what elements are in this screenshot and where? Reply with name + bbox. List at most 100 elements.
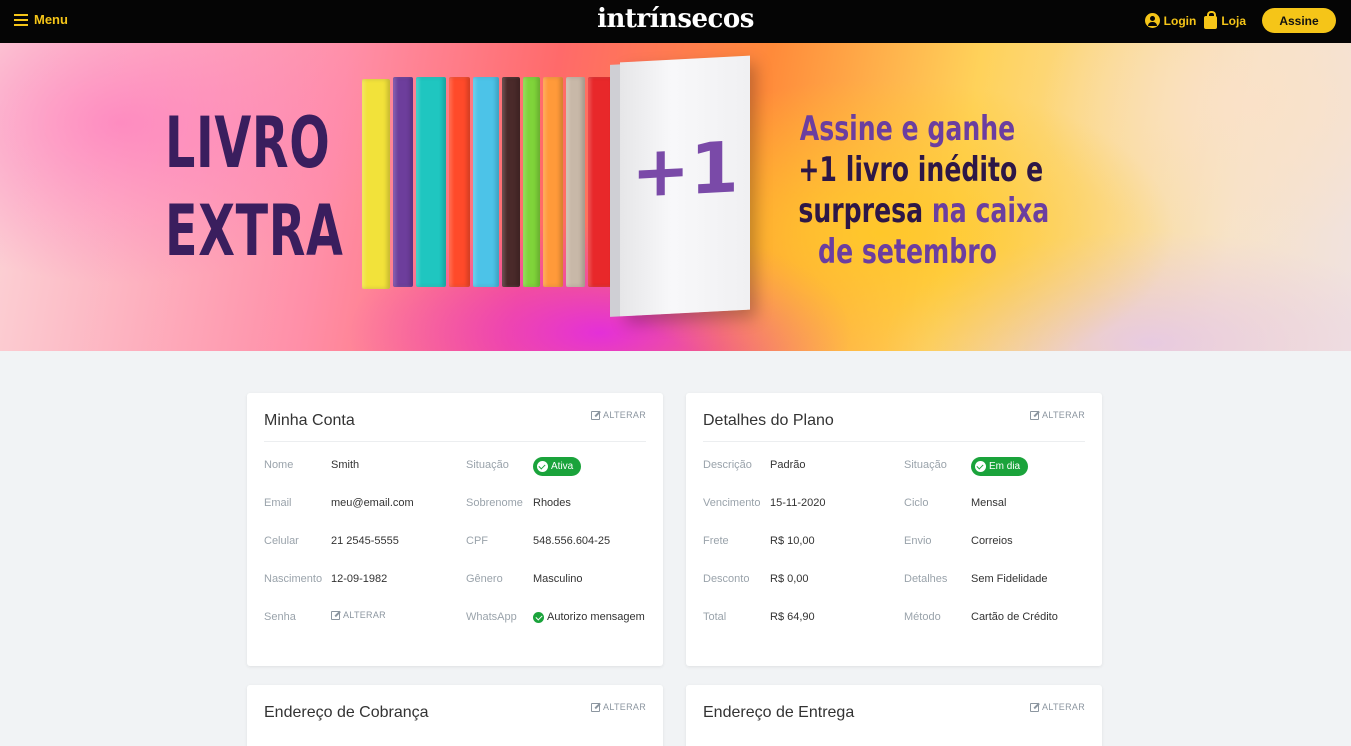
sobrenome-label: Sobrenome <box>466 497 523 509</box>
whatsapp-value-text: Autorizo mensagem <box>547 611 645 623</box>
total-value: R$ 64,90 <box>770 611 815 623</box>
book-spine <box>543 77 563 287</box>
billing-edit-button[interactable]: ALTERAR <box>591 702 646 712</box>
account-edit-button[interactable]: ALTERAR <box>591 410 646 420</box>
edit-icon <box>1030 410 1040 420</box>
email-label: Email <box>264 497 292 509</box>
plan-card: Detalhes do Plano ALTERAR Descrição Padr… <box>686 393 1102 666</box>
plan-situacao-label: Situação <box>904 459 947 471</box>
book-spine <box>502 77 520 287</box>
frete-value: R$ 10,00 <box>770 535 815 547</box>
account-card: Minha Conta ALTERAR Nome Smith Situação … <box>247 393 663 666</box>
account-row: Senha ALTERAR WhatsApp Autorizo mensagem <box>264 610 646 649</box>
plan-row: Total R$ 64,90 Método Cartão de Crédito <box>703 611 1085 649</box>
plan-row: Frete R$ 10,00 Envio Correios <box>703 535 1085 573</box>
promo-line3-b: na caixa <box>923 191 1050 231</box>
edit-icon <box>1030 702 1040 712</box>
whatsapp-label: WhatsApp <box>466 611 517 623</box>
edit-icon <box>591 702 601 712</box>
shipping-edit-label: ALTERAR <box>1042 702 1085 712</box>
envio-value: Correios <box>971 535 1013 547</box>
edit-icon <box>591 410 601 420</box>
status-badge: Ativa <box>533 457 582 476</box>
user-icon <box>1144 13 1160 28</box>
check-circle-icon <box>537 461 548 472</box>
nascimento-label: Nascimento <box>264 573 323 585</box>
sobrenome-value: Rhodes <box>533 497 571 509</box>
nome-value: Smith <box>331 459 360 471</box>
detalhes-value: Sem Fidelidade <box>971 573 1048 585</box>
shipping-edit-button[interactable]: ALTERAR <box>1030 702 1085 712</box>
senha-label: Senha <box>264 611 296 623</box>
genero-label: Gênero <box>466 573 503 585</box>
senha-edit-button[interactable]: ALTERAR <box>331 610 386 620</box>
vencimento-value: 15-11-2020 <box>770 497 826 509</box>
loja-label: Loja <box>1221 13 1246 28</box>
shipping-card-title: Endereço de Entrega <box>703 704 855 721</box>
book-spine <box>393 77 413 287</box>
metodo-value: Cartão de Crédito <box>971 611 1058 623</box>
account-row: Nome Smith Situação Ativa <box>264 457 646 497</box>
account-row: Nascimento 12-09-1982 Gênero Masculino <box>264 573 646 611</box>
whatsapp-value: Autorizo mensagem <box>533 611 645 623</box>
book-spine <box>416 77 446 287</box>
card-divider <box>264 441 646 442</box>
hamburger-icon <box>14 13 28 26</box>
login-label: Login <box>1163 13 1197 28</box>
celular-label: Celular <box>264 535 299 547</box>
plan-row: Desconto R$ 0,00 Detalhes Sem Fidelidade <box>703 573 1085 611</box>
metodo-label: Método <box>904 611 941 623</box>
book-spines <box>362 77 631 289</box>
plan-card-title: Detalhes do Plano <box>703 412 834 429</box>
ciclo-label: Ciclo <box>904 497 929 509</box>
check-circle-icon <box>975 461 986 472</box>
billing-address-card: Endereço de Cobrança ALTERAR <box>247 685 663 746</box>
top-navbar: Menu intrínsecos Login Loja Assine <box>0 0 1351 43</box>
shopping-bag-icon <box>1204 10 1218 29</box>
cpf-value: 548.556.604-25 <box>533 535 611 547</box>
book-spine <box>523 77 540 287</box>
book-spine <box>566 77 585 287</box>
celular-value: 21 2545-5555 <box>331 535 399 547</box>
email-value: meu@email.com <box>331 497 414 509</box>
promo-line3-a: surpresa <box>798 191 924 231</box>
loja-link[interactable]: Loja <box>1204 10 1246 29</box>
nascimento-value: 12-09-1982 <box>331 573 388 585</box>
shipping-address-card: Endereço de Entrega ALTERAR <box>686 685 1102 746</box>
hero-headline-line2: EXTRA <box>165 190 344 272</box>
senha-edit-label: ALTERAR <box>343 610 386 620</box>
promo-line3: surpresa na caixa <box>798 191 1049 232</box>
book-spine <box>473 77 499 287</box>
billing-card-title: Endereço de Cobrança <box>264 704 429 721</box>
situacao-label: Situação <box>466 459 509 471</box>
desconto-label: Desconto <box>703 573 750 585</box>
edit-icon <box>331 610 340 620</box>
promo-line4: de setembro <box>818 232 997 272</box>
account-edit-label: ALTERAR <box>603 410 646 420</box>
status-badge-label: Em dia <box>989 461 1021 472</box>
envio-label: Envio <box>904 535 932 547</box>
desconto-value: R$ 0,00 <box>770 573 809 585</box>
ciclo-value: Mensal <box>971 497 1007 509</box>
descricao-label: Descrição <box>703 459 752 471</box>
plan-edit-button[interactable]: ALTERAR <box>1030 410 1085 420</box>
account-row: Email meu@email.com Sobrenome Rhodes <box>264 497 646 535</box>
menu-button[interactable]: Menu <box>14 12 68 27</box>
plan-edit-label: ALTERAR <box>1042 410 1085 420</box>
status-badge: Em dia <box>971 457 1029 476</box>
mystery-book: +1 <box>620 55 750 317</box>
hero-promo-text: Assine e ganhe +1 livro inédito e surpre… <box>760 109 1055 273</box>
billing-edit-label: ALTERAR <box>603 702 646 712</box>
account-row: Celular 21 2545-5555 CPF 548.556.604-25 <box>264 535 646 573</box>
genero-value: Masculino <box>533 573 583 585</box>
hero-banner[interactable]: LIVRO EXTRA +1 Assine e ganhe +1 livro i… <box>0 43 1351 351</box>
check-circle-icon <box>533 611 544 623</box>
assine-button[interactable]: Assine <box>1262 8 1336 33</box>
account-card-title: Minha Conta <box>264 412 355 429</box>
book-spine <box>362 79 390 289</box>
detalhes-label: Detalhes <box>904 573 948 585</box>
frete-label: Frete <box>703 535 729 547</box>
hero-headline: LIVRO EXTRA <box>165 99 344 275</box>
login-link[interactable]: Login <box>1144 13 1197 28</box>
card-divider <box>703 441 1085 442</box>
